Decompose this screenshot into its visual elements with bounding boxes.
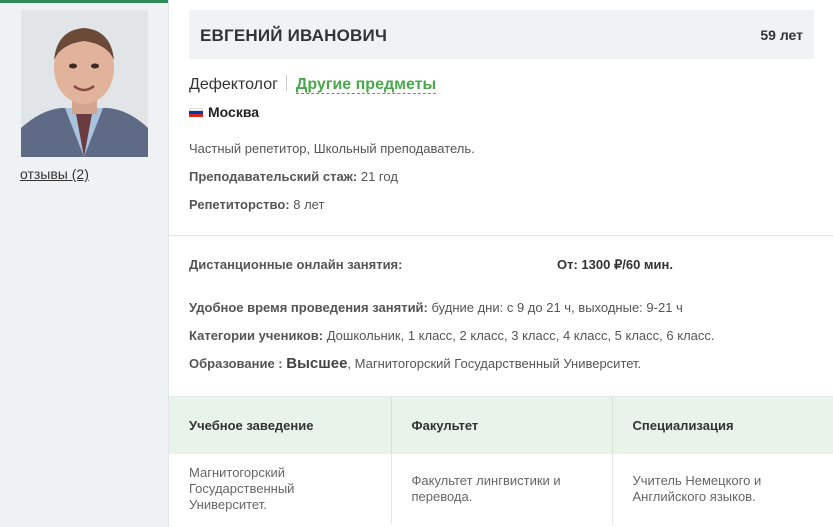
cell-specialization: Учитель Немецкого и Английского языков.: [632, 473, 762, 504]
convenient-time: Удобное время проведения занятий: будние…: [189, 300, 683, 315]
student-categories: Категории учеников: Дошкольник, 1 класс,…: [189, 328, 715, 343]
tutoring-label: Репетиторство:: [189, 197, 290, 212]
education-table: Учебное заведение Факультет Специализаци…: [169, 397, 833, 524]
tutor-roles: Частный репетитор, Школьный преподавател…: [189, 141, 475, 156]
name-header: ЕВГЕНИЙ ИВАНОВИЧ 59 лет: [189, 10, 814, 59]
education-row: Образование : Высшее, Магнитогорский Гос…: [189, 355, 641, 372]
price-value: От: 1300 ₽/60 мин.: [557, 257, 673, 272]
teaching-exp-value: 21 год: [360, 169, 398, 184]
online-lessons-label: Дистанционные онлайн занятия:: [189, 257, 403, 272]
categories-label: Категории учеников:: [189, 328, 324, 343]
russia-flag-icon: [189, 108, 203, 117]
time-label: Удобное время проведения занятий:: [189, 300, 428, 315]
tutoring-experience: Репетиторство: 8 лет: [189, 197, 324, 212]
tutor-age: 59 лет: [760, 27, 803, 43]
tutor-name: ЕВГЕНИЙ ИВАНОВИЧ: [200, 26, 388, 45]
subject-label: Дефектолог: [189, 76, 278, 93]
education-level: Высшее: [286, 355, 348, 372]
column-header-faculty: Факультет: [391, 397, 613, 454]
column-header-specialization: Специализация: [612, 397, 833, 454]
subjects-separator: [285, 75, 287, 91]
tutor-photo: [21, 10, 148, 157]
column-header-institution: Учебное заведение: [169, 397, 392, 454]
tutor-card: ЕВГЕНИЙ ИВАНОВИЧ 59 лет Дефектолог Другие…: [168, 0, 833, 527]
table-row: Магнитогорский Государственный Университ…: [169, 454, 833, 524]
time-value: будние дни: с 9 до 21 ч, выходные: 9-21 …: [431, 300, 683, 315]
section-divider: [169, 235, 833, 236]
teaching-exp-label: Преподавательский стаж:: [189, 169, 358, 184]
cell-institution: Магнитогорский Государственный Университ…: [169, 454, 392, 524]
tutoring-value: 8 лет: [293, 197, 325, 212]
other-subjects-link[interactable]: Другие предметы: [295, 76, 437, 94]
subjects-row: Дефектолог Другие предметы: [189, 75, 437, 94]
tutor-photo-image: [21, 10, 148, 157]
table-header-row: Учебное заведение Факультет Специализаци…: [169, 397, 833, 454]
reviews-link[interactable]: отзывы (2): [20, 166, 89, 182]
education-value: , Магнитогорский Государственный Универс…: [347, 356, 642, 371]
city-row: Москва: [189, 104, 259, 120]
education-label: Образование :: [189, 356, 283, 371]
cell-faculty: Факультет лингвистики и перевода.: [391, 454, 613, 524]
categories-value: Дошкольник, 1 класс, 2 класс, 3 класс, 4…: [326, 328, 715, 343]
teaching-experience: Преподавательский стаж: 21 год: [189, 169, 398, 184]
city-name: Москва: [208, 104, 260, 120]
